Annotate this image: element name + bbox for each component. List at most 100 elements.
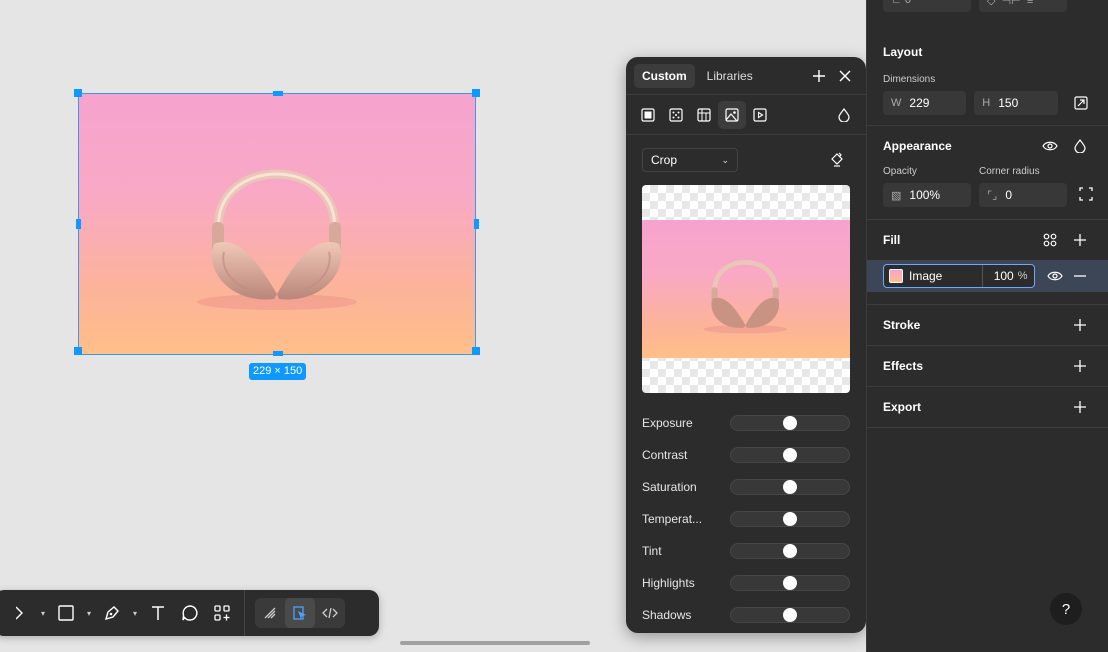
selection-size-badge: 229 × 150 [249, 363, 307, 380]
move-tool-button[interactable] [4, 597, 36, 629]
rotation-field[interactable]: ∟ 0° [883, 0, 971, 12]
fill-header: Fill [883, 220, 1092, 260]
rotate-image-button[interactable] [824, 147, 850, 173]
help-button[interactable]: ? [1050, 593, 1082, 625]
fill-opacity-value[interactable]: 100 [981, 265, 1018, 287]
add-fill-button[interactable] [1068, 228, 1092, 252]
resize-handle-bottom[interactable] [273, 351, 283, 356]
adjustment-slider[interactable] [730, 447, 850, 463]
apps-icon [214, 605, 230, 621]
fill-styles-button[interactable] [1038, 228, 1062, 252]
slider-knob[interactable] [783, 480, 797, 494]
image-preview-thumbnail [642, 220, 850, 358]
blend-mode-button[interactable] [1068, 134, 1092, 158]
add-export-button[interactable] [1068, 395, 1092, 419]
resize-handle-top[interactable] [273, 91, 283, 96]
blend-mode-button[interactable] [830, 101, 858, 129]
fill-visibility-toggle[interactable] [1043, 264, 1067, 288]
image-adjustments: Exposure Contrast Saturation Temperat... Tin… [642, 407, 850, 631]
design-mode-button[interactable] [285, 598, 315, 628]
adjustment-slider[interactable] [730, 511, 850, 527]
corner-radius-icon: ⌜⌟ [987, 189, 998, 202]
panel-top-stub: ∟ 0° ◇ ⊣⊢ ≡ [867, 0, 1108, 12]
adjustment-label: Shadows [642, 608, 692, 622]
image-preview[interactable] [642, 185, 850, 393]
video-fill-icon [753, 107, 767, 122]
stroke-section: Stroke [867, 305, 1108, 346]
slider-knob[interactable] [783, 512, 797, 526]
headphones-image-layer[interactable] [78, 93, 476, 355]
height-field[interactable]: H 150 [974, 91, 1058, 115]
align-buttons[interactable]: ◇ ⊣⊢ ≡ [979, 0, 1067, 12]
rotation-value: 0° [904, 0, 916, 6]
slider-knob[interactable] [783, 608, 797, 622]
adjustment-row: Exposure [642, 407, 850, 439]
image-fill-swatch[interactable] [889, 269, 903, 283]
mode-switcher [255, 598, 345, 628]
adjustment-slider[interactable] [730, 479, 850, 495]
add-stroke-button[interactable] [1068, 313, 1092, 337]
fill-type-video[interactable] [746, 101, 774, 129]
add-style-button[interactable] [806, 63, 832, 89]
fill-type-solid[interactable] [634, 101, 662, 129]
independent-corners-button[interactable] [1079, 182, 1093, 206]
rotate-icon [831, 152, 843, 167]
adjustment-row: Contrast [642, 439, 850, 471]
fill-type-image[interactable] [718, 100, 746, 129]
effects-section: Effects [867, 346, 1108, 387]
plus-icon [1074, 360, 1086, 372]
pen-tool-button[interactable] [96, 597, 128, 629]
fill-layer-row[interactable]: Image 100 % [867, 260, 1108, 292]
image-scale-mode-select[interactable]: Crop ⌄ [642, 148, 738, 172]
scale-mode-value: Crop [651, 153, 678, 167]
draw-mode-button[interactable] [255, 598, 285, 628]
dev-mode-button[interactable] [315, 598, 345, 628]
tab-libraries[interactable]: Libraries [699, 64, 761, 88]
shape-tool-caret[interactable]: ▾ [82, 597, 96, 629]
move-tool-caret[interactable]: ▾ [36, 597, 50, 629]
properties-panel: ∟ 0° ◇ ⊣⊢ ≡ Layout Dimensions W 229 H 15… [866, 0, 1108, 652]
frame-tool-button[interactable] [50, 597, 82, 629]
image-fill-icon [725, 107, 739, 122]
adjustment-slider[interactable] [730, 607, 850, 623]
minus-icon [1074, 275, 1087, 277]
text-tool-button[interactable] [142, 597, 174, 629]
corner-radius-field[interactable]: ⌜⌟ 0 [979, 183, 1067, 207]
actions-tool-button[interactable] [206, 597, 238, 629]
pen-tool-caret[interactable]: ▾ [128, 597, 142, 629]
move-icon [16, 606, 23, 620]
opacity-field[interactable]: ▧ 100% [883, 183, 971, 207]
fill-layer-field[interactable]: Image 100 % [883, 264, 1035, 288]
resize-handle-bottom-right[interactable] [472, 347, 480, 355]
adjustment-row: Highlights [642, 567, 850, 599]
height-prefix: H [982, 97, 991, 109]
slider-knob[interactable] [783, 544, 797, 558]
effects-header: Effects [883, 346, 1092, 386]
fill-type-gradient[interactable] [662, 101, 690, 129]
resize-handle-left[interactable] [76, 219, 81, 229]
resize-to-fit-button[interactable] [1070, 91, 1092, 115]
resize-handle-top-left[interactable] [74, 89, 82, 97]
slider-knob[interactable] [783, 416, 797, 430]
layout-title: Layout [883, 45, 923, 59]
close-button[interactable] [832, 63, 858, 89]
adjustment-slider[interactable] [730, 575, 850, 591]
width-field[interactable]: W 229 [883, 91, 967, 115]
slider-knob[interactable] [783, 576, 797, 590]
adjustment-label: Temperat... [642, 512, 703, 526]
tab-custom[interactable]: Custom [634, 63, 695, 88]
canvas-horizontal-scrollbar[interactable] [400, 641, 590, 645]
drop-icon [838, 107, 850, 122]
fill-type-pattern[interactable] [690, 101, 718, 129]
comment-tool-button[interactable] [174, 597, 206, 629]
visibility-toggle[interactable] [1038, 134, 1062, 158]
slider-knob[interactable] [783, 448, 797, 462]
add-effect-button[interactable] [1068, 354, 1092, 378]
fill-section: Fill Image 100 % [867, 220, 1108, 305]
remove-fill-button[interactable] [1068, 264, 1092, 288]
resize-handle-right[interactable] [474, 219, 479, 229]
adjustment-slider[interactable] [730, 543, 850, 559]
resize-handle-bottom-left[interactable] [74, 347, 82, 355]
adjustment-slider[interactable] [730, 415, 850, 431]
resize-handle-top-right[interactable] [472, 89, 480, 97]
